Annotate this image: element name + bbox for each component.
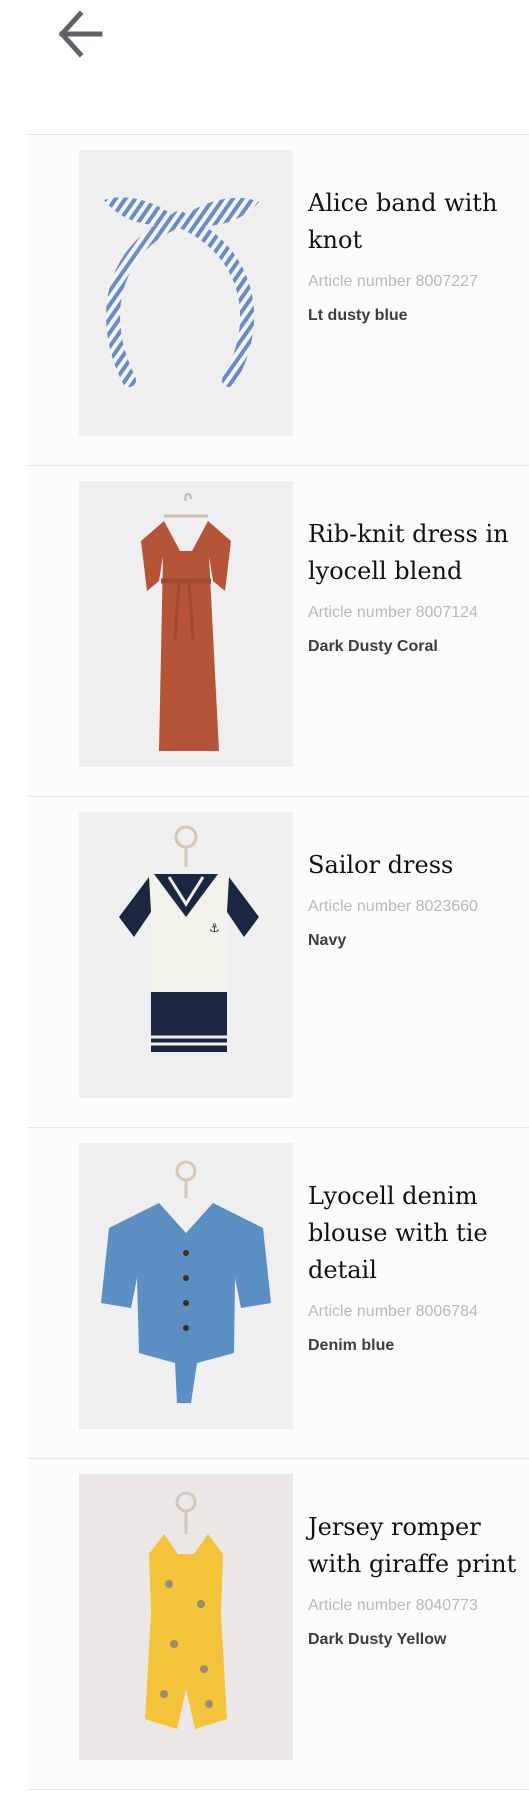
article-number: Article number 8006784 [308, 1303, 478, 1320]
product-image [79, 481, 293, 767]
product-title: Jersey romper with giraffe print [308, 1513, 517, 1578]
article-number: Article number 8040773 [308, 1597, 478, 1614]
product-title: Sailor dress [308, 851, 454, 879]
product-title: Alice band with knot [308, 189, 498, 254]
article-number: Article number 8023660 [308, 898, 478, 915]
product-title: Rib-knit dress in lyocell blend [308, 520, 509, 585]
product-image [79, 1143, 293, 1429]
product-item[interactable]: ⚓ Sailor dress Article number 8023660 Na… [28, 796, 529, 1127]
product-item[interactable]: Rib-knit dress in lyocell blend Article … [28, 465, 529, 796]
product-image [79, 1474, 293, 1760]
product-item[interactable]: Jersey romper with giraffe print Article… [28, 1458, 529, 1790]
product-title: Lyocell denim blouse with tie detail [308, 1182, 488, 1284]
top-bar [0, 0, 529, 134]
svg-text:⚓: ⚓ [209, 921, 220, 935]
product-item[interactable]: Lyocell denim blouse with tie detail Art… [28, 1127, 529, 1458]
article-number: Article number 8007124 [308, 604, 478, 621]
product-image: ⚓ [79, 812, 293, 1098]
product-image [79, 150, 293, 436]
product-color: Denim blue [308, 1337, 395, 1354]
product-color: Dark Dusty Yellow [308, 1631, 447, 1648]
product-color: Navy [308, 932, 347, 949]
product-color: Lt dusty blue [308, 307, 408, 324]
article-number: Article number 8007227 [308, 273, 478, 290]
back-button[interactable] [52, 6, 108, 62]
product-list: Alice band with knot Article number 8007… [28, 134, 529, 1790]
arrow-left-icon [58, 10, 103, 58]
product-color: Dark Dusty Coral [308, 638, 438, 655]
product-item[interactable]: Alice band with knot Article number 8007… [28, 134, 529, 465]
